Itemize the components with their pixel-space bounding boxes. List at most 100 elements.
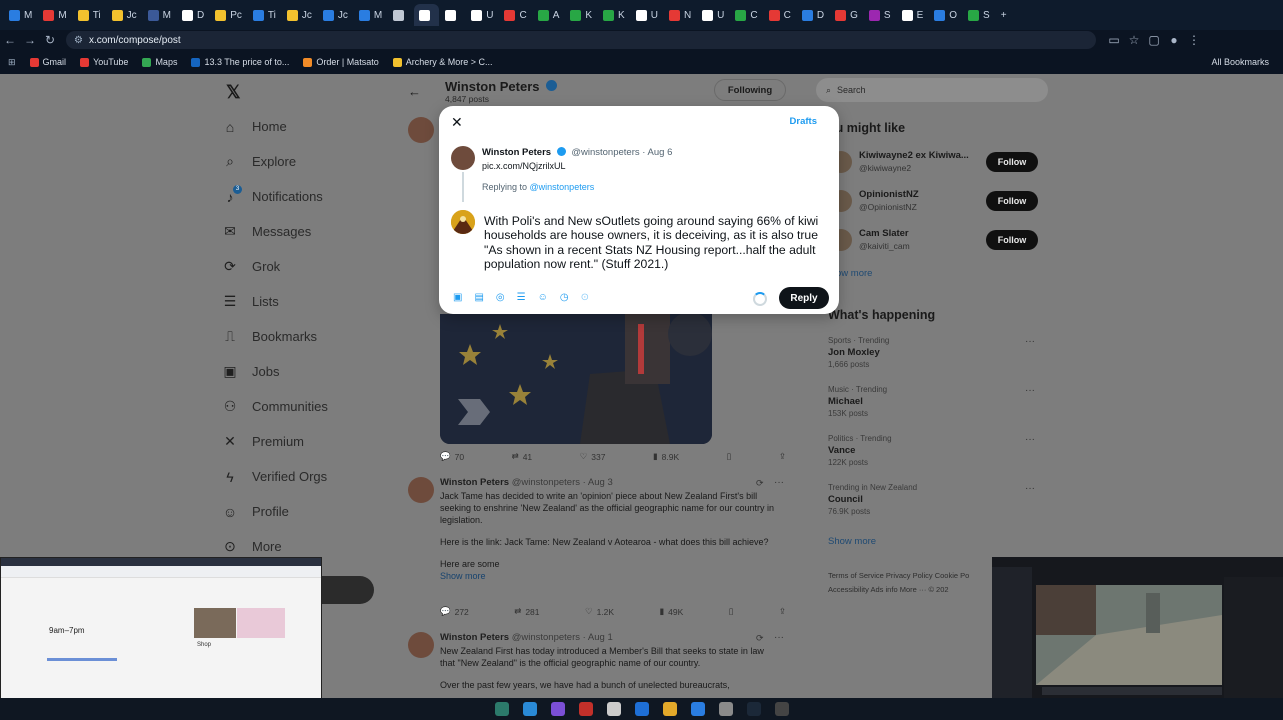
poll-icon[interactable]: ☰ [517,292,526,303]
browser-tab[interactable]: Jc [318,4,353,26]
like-action[interactable]: ♡ 1.2K [585,606,614,617]
browser-tab[interactable]: Ti [73,4,106,26]
more-icon[interactable]: ··· [774,477,784,488]
browser-tab[interactable]: C [499,4,531,26]
like-action[interactable]: ♡ 337 [580,451,606,462]
more-icon[interactable]: ··· [1025,434,1035,445]
browser-tab[interactable]: M [4,4,37,26]
browser-tab[interactable]: K [598,4,630,26]
trend-item[interactable]: Politics · Trending Vance 122K posts ··· [828,434,1043,467]
bookmark-item[interactable]: Maps [142,57,177,67]
post-image[interactable] [440,314,712,444]
reply-action[interactable]: 💬 70 [440,451,464,462]
sidebar-item-grok[interactable]: ⟳ Grok [222,249,402,284]
browser-tab[interactable]: U [466,4,498,26]
x-logo-icon[interactable]: 𝕏 [226,82,241,103]
browser-tab[interactable]: Ti [248,4,281,26]
discord-icon[interactable] [494,702,509,716]
browser-tab[interactable]: C [730,4,762,26]
sidebar-item-messages[interactable]: ✉ Messages [222,214,402,249]
bookmark-action[interactable]: ▯ [727,451,732,462]
tweet[interactable]: Winston Peters @winstonpeters · Aug 1 ⟳ … [402,632,798,698]
new-tab-button[interactable]: + [996,4,1012,26]
outlook-icon[interactable] [634,702,649,716]
share-action[interactable]: ⇪ [779,451,786,462]
steam-icon[interactable] [746,702,761,716]
views-action[interactable]: ▮ 49K [659,606,683,617]
cast-icon[interactable]: ▭ [1104,33,1124,47]
trend-item[interactable]: Sports · Trending Jon Moxley 1,666 posts ··… [828,336,1043,369]
gif-icon[interactable]: ▤ [474,292,483,303]
browser-tab[interactable]: D [177,4,209,26]
tweet[interactable]: Winston Peters @winstonpeters · Aug 3 ⟳ … [402,477,798,617]
browser-tab[interactable]: Jc [282,4,317,26]
follow-button[interactable]: Follow [986,191,1038,211]
bookmark-item[interactable]: Gmail [29,57,66,67]
app-icon[interactable] [578,702,593,716]
image-icon[interactable]: ▣ [453,292,462,303]
bookmark-item[interactable]: Archery & More > C... [392,57,492,67]
forward-icon[interactable]: → [20,33,40,47]
reload-icon[interactable]: ↻ [40,33,60,47]
address-bar[interactable]: ⚙ x.com/compose/post [66,31,1096,49]
browser-tab[interactable]: U [697,4,729,26]
browser-tab[interactable]: A [533,4,565,26]
suggested-account[interactable]: OpinionistNZ @OpinionistNZ Follow [830,186,1045,216]
browser-tab[interactable] [414,4,440,26]
apps-grid-icon[interactable]: ⊞ [8,57,16,68]
browser-tab[interactable]: M [354,4,387,26]
more-icon[interactable]: ··· [1025,385,1035,396]
more-icon[interactable]: ··· [1025,483,1035,494]
bookmark-item[interactable]: YouTube [80,57,128,67]
browser-tab[interactable]: O [929,4,962,26]
browser-tab[interactable]: Pc [210,4,247,26]
reply-textarea[interactable]: With Poli's and New sOutlets going aroun… [484,214,829,271]
browser-tab[interactable]: M [38,4,71,26]
sidebar-item-home[interactable]: ⌂ Home [222,109,402,144]
following-button[interactable]: Following [714,79,786,101]
follow-button[interactable]: Follow [986,152,1038,172]
more-icon[interactable]: ··· [774,632,784,643]
grok-icon[interactable]: ◎ [496,292,505,303]
suggested-account[interactable]: Kiwiwayne2 ex Kiwiwa... @kiwiwayne2 Follow [830,147,1045,177]
sidebar-item-communities[interactable]: ⚇ Communities [222,389,402,424]
follow-button[interactable]: Follow [986,230,1038,250]
browser-tab[interactable]: G [830,4,863,26]
bookmark-item[interactable]: 13.3 The price of to... [191,57,289,67]
profile-avatar[interactable]: ● [1164,33,1184,47]
star-icon[interactable]: ☆ [1124,33,1144,47]
site-info-icon[interactable]: ⚙ [74,35,83,46]
browser-tab[interactable] [388,4,413,26]
grok-icon[interactable]: ⟳ [756,478,764,489]
show-more-link[interactable]: Show more [440,570,780,582]
browser-tab[interactable]: S [864,4,896,26]
close-icon[interactable]: ✕ [451,114,463,131]
trend-item[interactable]: Trending in New Zealand Council 76.9K post… [828,483,1043,516]
folder-icon[interactable] [662,702,677,716]
repost-action[interactable]: ⇄ 281 [514,606,539,617]
chrome-icon[interactable] [690,702,705,716]
bookmark-item[interactable]: Order | Matsato [303,57,379,67]
browser-tab[interactable]: Jc [107,4,142,26]
sidebar-item-lists[interactable]: ☰ Lists [222,284,402,319]
browser-tab[interactable]: N [664,4,696,26]
extensions-icon[interactable]: ▢ [1144,33,1164,47]
drafts-link[interactable]: Drafts [790,116,817,127]
browser-tab[interactable]: U [631,4,663,26]
replying-to-handle[interactable]: @winstonpeters [530,182,595,192]
all-bookmarks[interactable]: All Bookmarks [1211,57,1269,67]
emoji-icon[interactable]: ☺ [538,292,548,303]
who-to-follow-show-more[interactable]: ow more [836,268,872,279]
repost-action[interactable]: ⇄ 41 [512,451,533,462]
share-action[interactable]: ⇪ [779,606,786,617]
app-icon[interactable] [718,702,733,716]
app-icon[interactable] [550,702,565,716]
browser-tab[interactable]: E [897,4,929,26]
sidebar-item-jobs[interactable]: ▣ Jobs [222,354,402,389]
back-arrow-icon[interactable]: ← [408,84,421,99]
suggested-account[interactable]: Cam Slater @kaiviti_cam Follow [830,225,1045,255]
browser-tab[interactable]: D [797,4,829,26]
schedule-icon[interactable]: ◷ [560,292,569,303]
settings-icon[interactable] [774,702,789,716]
trends-show-more[interactable]: Show more [828,536,876,547]
